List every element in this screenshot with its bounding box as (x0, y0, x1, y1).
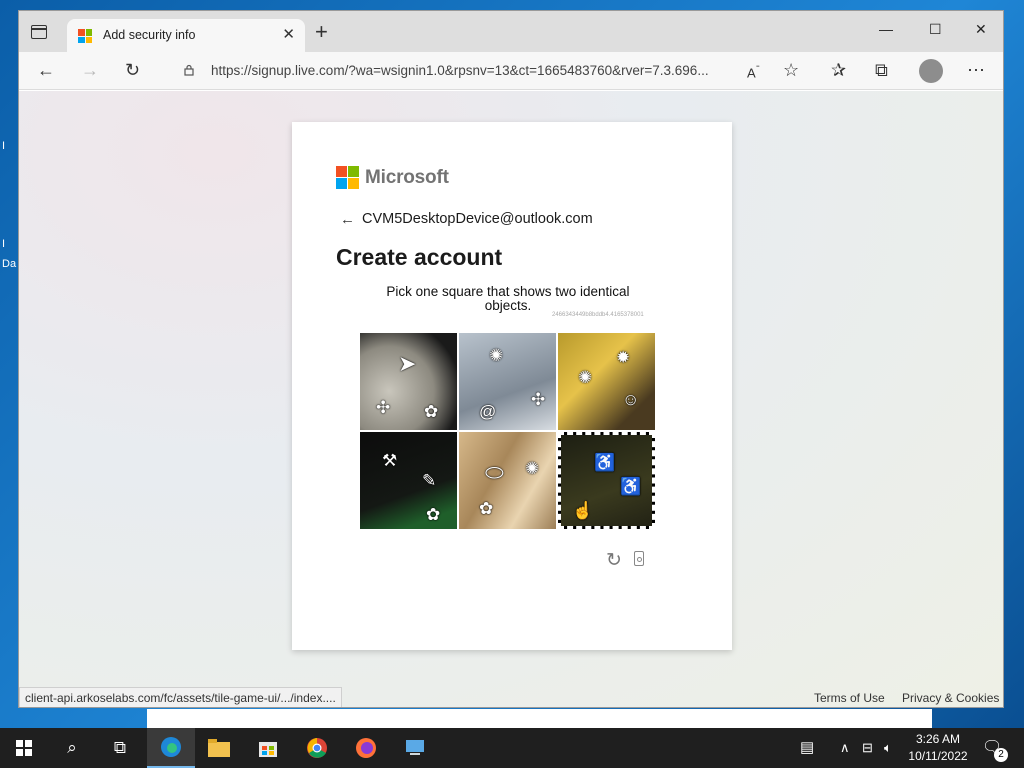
task-view-icon[interactable]: ⧉ (96, 728, 144, 768)
chair-object-icon: ♿ (620, 477, 642, 496)
sun-object-icon: ✹ (616, 348, 631, 367)
bomb-object-icon: ⬭ (485, 460, 504, 485)
clock-date: 10/11/2022 (908, 749, 968, 763)
face-object-icon: ☺ (622, 390, 640, 409)
audio-challenge-icon[interactable] (634, 551, 644, 566)
tab-strip: Add security info ✕ + — ☐ ✕ (19, 11, 1003, 52)
background-window-edge (147, 709, 932, 728)
favorites-icon[interactable]: ✰ (831, 60, 846, 81)
spiral-object-icon: @ (479, 402, 497, 421)
microsoft-logo-icon (336, 166, 359, 189)
captcha-tile-selected[interactable]: ♿ ♿ ☝ (558, 432, 655, 529)
tab-actions-icon[interactable] (31, 25, 47, 39)
network-icon[interactable]: ⊟ (862, 740, 873, 756)
browser-toolbar: ← → ↻ https://signup.live.com/?wa=wsigni… (19, 52, 1003, 90)
creature-object-icon: ✺ (489, 346, 504, 365)
collections-icon[interactable]: ⧉ (875, 60, 888, 81)
refresh-icon[interactable]: ↻ (125, 60, 140, 81)
minimize-button[interactable]: — (879, 21, 893, 37)
flower-object-icon: ✣ (376, 398, 391, 417)
back-arrow-icon[interactable]: ← (340, 211, 355, 228)
news-icon[interactable]: ▤ (800, 738, 814, 756)
terms-of-use-link[interactable]: Terms of Use (814, 691, 885, 705)
taskbar: ⌕ ⧉ ▤ ∧ ⊟ 🔈︎ 3:26 AM 10/11/2022 🗨︎ 2 (0, 728, 1024, 768)
creature-object-icon: ✿ (479, 499, 494, 518)
tab-close-icon[interactable]: ✕ (282, 25, 295, 43)
search-icon[interactable]: ⌕ (48, 728, 96, 768)
signup-card: Microsoft ← CVM5DesktopDevice@outlook.co… (292, 122, 732, 650)
arrow-object-icon: ➤ (398, 351, 417, 376)
tool-object-icon: ⚒ (382, 451, 398, 470)
address-bar[interactable]: https://signup.live.com/?wa=wsignin1.0&r… (167, 56, 807, 86)
add-favorite-icon[interactable]: ☆ (783, 60, 799, 81)
edge-icon[interactable] (147, 728, 195, 768)
brush-object-icon: ✎ (422, 471, 437, 490)
captcha-tile[interactable]: ⚒ ✎ ✿ (360, 432, 457, 529)
chevron-up-icon[interactable]: ∧ (840, 740, 850, 756)
gear-object-icon: ✺ (578, 368, 593, 387)
desktop-icon-label[interactable]: I (2, 140, 18, 152)
page-content: Microsoft ← CVM5DesktopDevice@outlook.co… (19, 91, 1003, 707)
captcha-grid: ➤ ✣ ✿ ✺ @ ✣ ✹ ✺ ☺ ⚒ ✎ ✿ ⬭ ✺ ✿ ♿ ♿ ☝ (360, 333, 658, 531)
creature-object-icon: ✿ (424, 402, 439, 421)
remote-desktop-icon[interactable] (391, 728, 439, 768)
profile-avatar[interactable] (919, 59, 943, 83)
new-tab-button[interactable]: + (315, 19, 328, 45)
read-aloud-icon[interactable]: Aᐨ (747, 62, 760, 80)
volume-icon[interactable]: 🔈︎ (884, 740, 892, 756)
firefox-icon[interactable] (342, 728, 390, 768)
captcha-tile[interactable]: ⬭ ✺ ✿ (459, 432, 556, 529)
start-icon[interactable] (0, 728, 48, 768)
back-icon[interactable]: ← (37, 60, 55, 81)
tab-add-security-info[interactable]: Add security info ✕ (67, 19, 305, 52)
forward-icon[interactable]: → (81, 60, 99, 81)
chair-object-icon: ♿ (594, 453, 616, 472)
url-text[interactable]: https://signup.live.com/?wa=wsignin1.0&r… (211, 63, 709, 78)
captcha-tile[interactable]: ➤ ✣ ✿ (360, 333, 457, 430)
captcha-session-id: 2466343449b8bddb4.4165378001 (552, 312, 644, 318)
clock-time: 3:26 AM (915, 732, 961, 746)
flower-object-icon: ✿ (426, 505, 441, 524)
page-title: Create account (336, 244, 503, 270)
lock-icon[interactable] (183, 64, 195, 76)
desktop-icon-label[interactable]: I (2, 238, 18, 250)
close-window-button[interactable]: ✕ (975, 21, 987, 38)
captcha-refresh-icon[interactable]: ↻ (606, 549, 622, 572)
more-icon[interactable]: ⋯ (967, 60, 985, 81)
maximize-button[interactable]: ☐ (929, 21, 942, 38)
store-icon[interactable] (244, 728, 292, 768)
captcha-tile[interactable]: ✺ @ ✣ (459, 333, 556, 430)
desktop-icon-label[interactable]: Da (2, 258, 18, 270)
captcha-prompt: Pick one square that shows two identical… (386, 284, 630, 313)
status-bar-url: client-api.arkoselabs.com/fc/assets/tile… (19, 687, 342, 707)
microsoft-wordmark: Microsoft (365, 167, 449, 188)
flower-object-icon: ✣ (531, 390, 546, 409)
clock[interactable]: 3:26 AM 10/11/2022 (908, 731, 968, 765)
notification-count-badge: 2 (994, 748, 1008, 762)
captcha-tile[interactable]: ✹ ✺ ☺ (558, 333, 655, 430)
chrome-icon[interactable] (293, 728, 341, 768)
privacy-cookies-link[interactable]: Privacy & Cookies (902, 691, 999, 705)
identity-email: CVM5DesktopDevice@outlook.com (362, 211, 593, 227)
microsoft-favicon-icon (78, 29, 92, 43)
creature-object-icon: ✺ (525, 459, 540, 478)
file-explorer-icon[interactable] (195, 728, 243, 768)
tab-title: Add security info (103, 28, 196, 42)
pointer-cursor-icon: ☝ (572, 501, 594, 520)
browser-window: Add security info ✕ + — ☐ ✕ ← → ↻ https:… (18, 10, 1004, 708)
